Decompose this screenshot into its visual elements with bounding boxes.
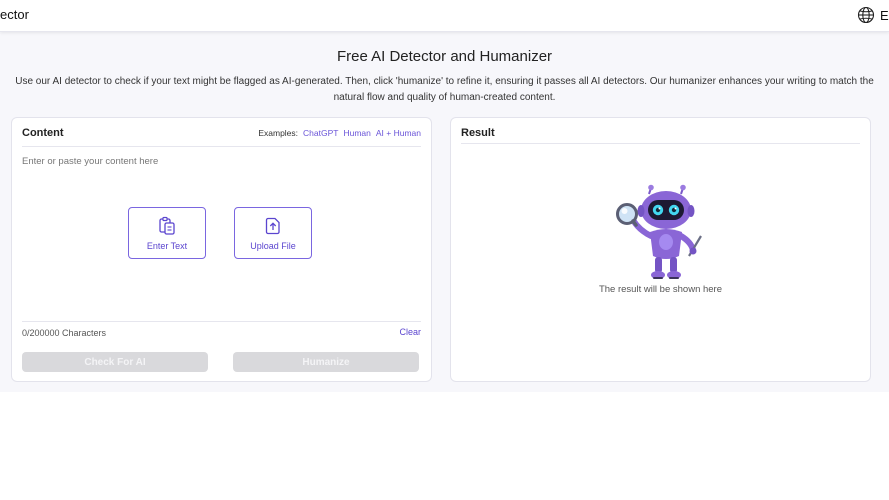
result-panel-title: Result <box>461 127 495 139</box>
enter-text-label: Enter Text <box>146 240 188 251</box>
clipboard-icon <box>159 216 175 235</box>
top-header: ector English <box>0 0 889 32</box>
humanize-button[interactable]: Humanize <box>233 352 419 372</box>
robot-magnifier-illustration <box>616 184 702 279</box>
result-empty-message: The result will be shown here <box>598 284 723 295</box>
content-panel-title: Content <box>22 127 64 139</box>
examples-label: Examples: <box>258 128 299 138</box>
upload-file-button[interactable]: Upload File <box>234 207 312 259</box>
main-section: Free AI Detector and Humanizer Use our A… <box>0 32 889 392</box>
page-description: Use our AI detector to check if your tex… <box>15 76 874 103</box>
character-count: 0/200000 Characters <box>22 328 107 338</box>
content-input[interactable]: Enter or paste your content here <box>22 156 158 167</box>
result-panel: Result The result will be shown here <box>450 117 871 382</box>
globe-icon <box>857 6 875 24</box>
language-label: English <box>880 7 889 23</box>
check-for-ai-button[interactable]: Check For AI <box>22 352 208 372</box>
site-logo-text[interactable]: ector <box>0 7 29 22</box>
content-header-divider <box>22 146 421 147</box>
clear-button[interactable]: Clear <box>399 327 421 337</box>
upload-file-icon <box>265 217 280 234</box>
examples-row: Examples: ChatGPT Human AI + Human <box>258 128 421 138</box>
page-title: Free AI Detector and Humanizer <box>336 48 553 65</box>
content-footer-divider <box>22 321 421 322</box>
example-chatgpt-link[interactable]: ChatGPT <box>303 128 338 138</box>
content-panel: Content Examples: ChatGPT Human AI + Hum… <box>11 117 432 382</box>
example-human-link[interactable]: Human <box>343 128 370 138</box>
enter-text-button[interactable]: Enter Text <box>128 207 206 259</box>
upload-file-label: Upload File <box>250 240 296 251</box>
result-header-divider <box>461 143 860 144</box>
example-ai-human-link[interactable]: AI + Human <box>376 128 421 138</box>
language-selector[interactable]: English <box>857 6 889 24</box>
